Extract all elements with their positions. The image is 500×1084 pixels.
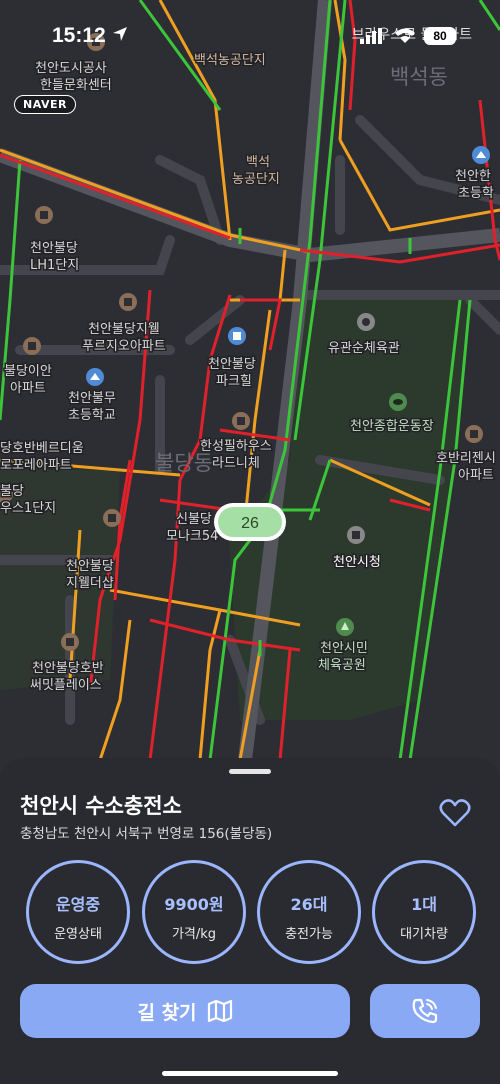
stat-available: 26대 충전가능 [257,860,361,964]
wifi-icon [394,27,416,48]
stat-value: 9900원 [164,895,224,914]
naver-logo: NAVER [14,95,76,114]
stat-value: 운영중 [55,895,101,914]
sheet-drag-handle[interactable] [229,769,271,774]
station-marker[interactable]: 26 [214,503,286,541]
stat-label: 운영상태 [54,927,102,942]
home-indicator [162,1071,338,1076]
park-icon [336,618,354,636]
poi-label: 천안시청 [333,555,381,570]
stat-label: 가격/kg [171,927,217,942]
route-button-label: 길 찾기 [137,1001,197,1024]
station-marker-count: 26 [241,515,259,532]
stat-status: 운영중 운영상태 [26,860,130,964]
map-view[interactable]: 백석동 불당동 천안도시공사 한들문화센터 백석농공단지 백석 농공단지 천안불당 L… [0,0,500,800]
stat-label: 충전가능 [285,927,333,942]
status-bar: 15:12 브라우스로 돌아가트 80 [0,0,500,60]
status-time: 15:12 [52,24,106,47]
station-address: 충청남도 천안시 서북구 번영로 156(불당동) [20,826,273,842]
stat-label: 대기차량 [400,927,448,942]
route-button[interactable]: 길 찾기 [20,984,350,1038]
poi-label: 유관순체육관 [328,341,400,356]
stadium-icon [389,393,407,411]
stat-price: 9900원 가격/kg [142,860,246,964]
signal-icon [360,28,382,48]
battery-icon: 80 [424,27,456,45]
map-icon [207,1000,232,1022]
call-button[interactable] [370,984,480,1038]
dong-label: 불당동 [155,451,213,475]
favorite-heart-icon[interactable] [438,796,472,830]
station-stats: 운영중 운영상태 9900원 가격/kg 26대 충전가능 1대 대기차량 [26,860,476,968]
stat-value: 26대 [290,895,328,914]
poi-label: 천안종합운동장 [350,419,434,434]
stat-waiting: 1대 대기차량 [372,860,476,964]
station-name: 천안시 수소충전소 [20,794,182,818]
stat-value: 1대 [411,895,437,914]
phone-icon [412,998,438,1024]
location-arrow-icon [112,26,128,46]
dong-label: 백석동 [390,65,448,89]
station-detail-sheet: 천안시 수소충전소 충청남도 천안시 서북구 번영로 156(불당동) 운영중 … [0,758,500,1084]
